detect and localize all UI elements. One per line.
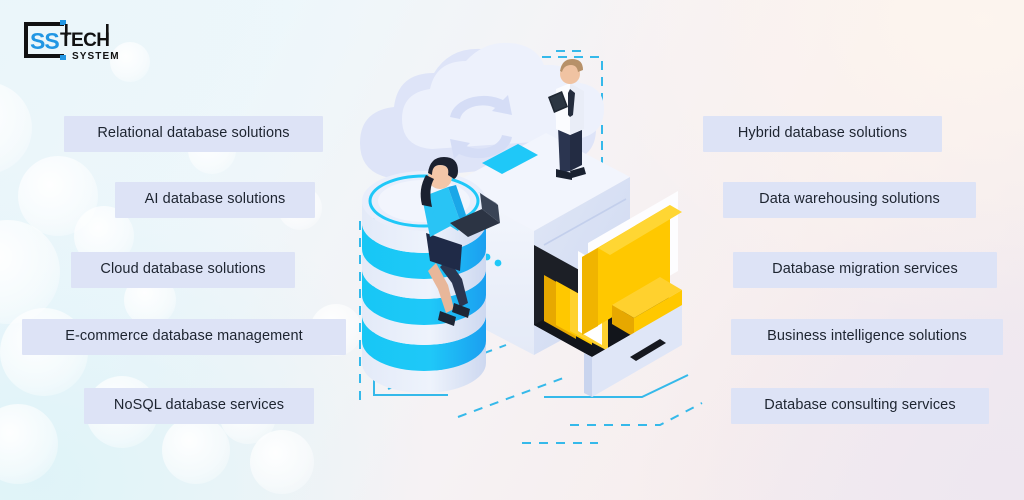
svg-text:SS: SS (30, 28, 59, 54)
sync-arrows-icon (450, 95, 512, 159)
service-tag-left-2[interactable]: AI database solutions (115, 182, 315, 218)
infographic-canvas: SS TECH SYSTEM Relational database solut… (0, 0, 1024, 500)
service-tag-right-1[interactable]: Hybrid database solutions (703, 116, 942, 152)
svg-text:SYSTEM: SYSTEM (72, 51, 120, 62)
service-tag-left-3[interactable]: Cloud database solutions (71, 252, 295, 288)
cloud-shape (360, 42, 604, 179)
woman-with-laptop-figure (420, 157, 500, 326)
service-tag-left-5[interactable]: NoSQL database services (84, 388, 314, 424)
brand-logo[interactable]: SS TECH SYSTEM (20, 18, 128, 62)
service-tag-right-2[interactable]: Data warehousing solutions (723, 182, 976, 218)
bokeh-dot (250, 430, 314, 494)
service-tag-right-5[interactable]: Database consulting services (731, 388, 989, 424)
bokeh-dot (18, 156, 98, 236)
bokeh-dot (0, 82, 32, 174)
bokeh-dot (0, 404, 58, 484)
sstech-bracket-logo-icon: SS TECH SYSTEM (24, 20, 120, 62)
dashed-circuit-lines (359, 50, 703, 444)
service-tag-right-3[interactable]: Database migration services (733, 252, 997, 288)
bokeh-dot (162, 416, 230, 484)
service-tag-left-1[interactable]: Relational database solutions (64, 116, 323, 152)
cabinet-label-icon (482, 144, 538, 174)
drawer-handle-icon (630, 339, 666, 361)
yellow-folders-icon (534, 191, 682, 397)
illustration-isometric-database (330, 42, 710, 455)
service-tag-right-4[interactable]: Business intelligence solutions (731, 319, 1003, 355)
database-cylinder-icon (362, 171, 486, 393)
service-tag-left-4[interactable]: E-commerce database management (22, 319, 346, 355)
bokeh-dot (0, 220, 60, 324)
man-with-tablet-figure (548, 59, 586, 180)
filing-cabinet-icon (450, 133, 630, 355)
